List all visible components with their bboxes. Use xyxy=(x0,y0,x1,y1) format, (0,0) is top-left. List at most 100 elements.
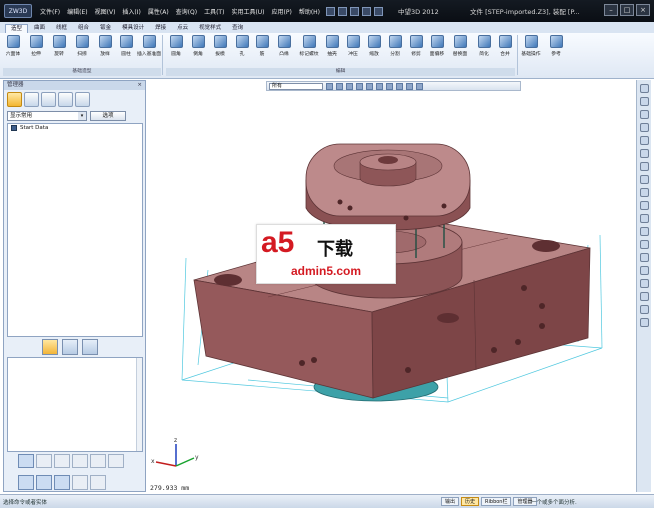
stop-red-icon[interactable] xyxy=(639,110,649,119)
camera-icon[interactable] xyxy=(639,201,649,210)
sketch-icon[interactable] xyxy=(639,97,649,106)
tab-modeling[interactable]: 造型 xyxy=(5,24,29,33)
view-icon[interactable] xyxy=(639,227,649,236)
history-tab-icon[interactable] xyxy=(7,92,22,107)
cube-icon[interactable] xyxy=(639,162,649,171)
split-button[interactable]: 分割 xyxy=(385,35,405,65)
line-style-icon[interactable] xyxy=(416,82,423,90)
menu-help[interactable]: 帮助(H) xyxy=(299,7,320,16)
tab-visual-style[interactable]: 视觉样式 xyxy=(194,24,226,33)
tab-output[interactable]: 输出 xyxy=(441,497,460,506)
edit-icon[interactable] xyxy=(36,475,52,490)
loft-button[interactable]: 放样 xyxy=(95,35,115,65)
rotate-icon[interactable] xyxy=(366,82,373,90)
render-icon[interactable] xyxy=(639,240,649,249)
measure-icon[interactable] xyxy=(639,149,649,158)
section-icon[interactable] xyxy=(396,82,403,90)
revolve-button[interactable]: 旋转 xyxy=(49,35,69,65)
tab-history[interactable]: 历史 xyxy=(461,497,480,506)
filter-icon[interactable] xyxy=(326,82,333,90)
expand-view-icon[interactable] xyxy=(62,339,78,355)
shade-icon[interactable] xyxy=(376,82,383,90)
open-file-icon[interactable] xyxy=(338,6,348,16)
tab-ribbon[interactable]: Ribbon栏 xyxy=(481,497,512,506)
attributes-tab-icon[interactable] xyxy=(75,92,90,107)
zebra-icon[interactable] xyxy=(639,305,649,314)
rewind-icon[interactable] xyxy=(90,454,106,468)
fast-forward-icon[interactable] xyxy=(72,454,88,468)
circle-icon[interactable] xyxy=(639,123,649,132)
panel-close-icon[interactable]: × xyxy=(137,81,142,90)
zoom-icon[interactable] xyxy=(346,82,353,90)
options-button[interactable]: 选项 xyxy=(90,111,126,121)
sweep-button[interactable]: 扫掠 xyxy=(72,35,92,65)
chamfer-button[interactable]: 倒角 xyxy=(188,35,208,65)
menu-query[interactable]: 查询(Q) xyxy=(176,7,197,16)
delete-icon[interactable] xyxy=(72,475,88,490)
view-tab-icon[interactable] xyxy=(58,92,73,107)
menu-attribute[interactable]: 属性(A) xyxy=(148,7,169,16)
trim-button[interactable]: 修剪 xyxy=(406,35,426,65)
3d-viewport[interactable]: z y x 所有 279.933 mm a5 下载 admin5.com xyxy=(148,80,634,492)
color-icon[interactable] xyxy=(406,82,413,90)
play-icon[interactable] xyxy=(18,454,34,468)
curvature-icon[interactable] xyxy=(639,292,649,301)
tab-surface[interactable]: 曲面 xyxy=(29,24,50,33)
copy-icon[interactable] xyxy=(54,475,70,490)
fillet-button[interactable]: 圆角 xyxy=(166,35,186,65)
display-dropdown[interactable]: 显示常用 ▾ xyxy=(7,111,87,121)
close-icon[interactable]: × xyxy=(636,4,650,16)
tab-sheetmetal[interactable]: 钣金 xyxy=(95,24,116,33)
draft-button[interactable]: 拔模 xyxy=(210,35,230,65)
menu-tools[interactable]: 工具(T) xyxy=(204,7,224,16)
layers-tab-icon[interactable] xyxy=(41,92,56,107)
end-icon[interactable] xyxy=(108,454,124,468)
settings-icon[interactable] xyxy=(639,318,649,327)
grid-icon[interactable] xyxy=(639,214,649,223)
basic-ops-button[interactable]: 基础操作 xyxy=(520,35,542,65)
menu-edit[interactable]: 编辑(E) xyxy=(67,7,87,16)
tab-mold[interactable]: 模具设计 xyxy=(117,24,149,33)
light-icon[interactable] xyxy=(639,253,649,262)
cylinder-button[interactable]: 圆柱 xyxy=(116,35,136,65)
stop-icon[interactable] xyxy=(90,475,106,490)
stamp-button[interactable]: 冲压 xyxy=(343,35,363,65)
merge-button[interactable]: 合并 xyxy=(495,35,515,65)
menu-apps[interactable]: 应用(P) xyxy=(272,7,292,16)
layers-icon[interactable] xyxy=(639,188,649,197)
replace-face-button[interactable]: 替换面 xyxy=(449,35,471,65)
redo-icon[interactable] xyxy=(374,6,384,16)
rib-button[interactable]: 筋 xyxy=(252,35,272,65)
tab-pointcloud[interactable]: 点云 xyxy=(172,24,193,33)
app-logo[interactable]: ZW3D xyxy=(4,4,32,18)
shell-button[interactable]: 抽壳 xyxy=(322,35,342,65)
scrollbar[interactable] xyxy=(136,358,142,451)
simplify-button[interactable]: 简化 xyxy=(474,35,494,65)
copy-icon[interactable] xyxy=(639,175,649,184)
tree-item-start-data[interactable]: Start Data xyxy=(8,124,142,132)
menu-view[interactable]: 视图(V) xyxy=(95,7,116,16)
new-file-icon[interactable] xyxy=(326,6,336,16)
hole-button[interactable]: 孔 xyxy=(232,35,252,65)
tab-combine[interactable]: 组合 xyxy=(73,24,94,33)
thread-button[interactable]: 标记螺纹 xyxy=(298,35,320,65)
flange-button[interactable]: 凸缘 xyxy=(274,35,294,65)
analysis-icon[interactable] xyxy=(639,279,649,288)
extrude-button[interactable]: 拉伸 xyxy=(26,35,46,65)
step-back-icon[interactable] xyxy=(36,454,52,468)
scale-button[interactable]: 缩放 xyxy=(364,35,384,65)
menu-insert[interactable]: 插入(I) xyxy=(122,7,140,16)
tab-query[interactable]: 查询 xyxy=(227,24,248,33)
datum-plane-button[interactable]: 插入基准面 xyxy=(137,35,161,65)
face-offset-button[interactable]: 面偏移 xyxy=(427,35,447,65)
tree-view-icon[interactable] xyxy=(42,339,58,355)
view-orient-icon[interactable] xyxy=(336,82,343,90)
save-icon[interactable] xyxy=(350,6,360,16)
pan-icon[interactable] xyxy=(356,82,363,90)
pick-filter[interactable]: 所有 xyxy=(269,82,323,90)
reference-button[interactable]: 参考 xyxy=(546,35,566,65)
menu-file[interactable]: 文件(F) xyxy=(40,7,60,16)
tab-weld[interactable]: 焊接 xyxy=(150,24,171,33)
assembly-tab-icon[interactable] xyxy=(24,92,39,107)
tab-wireframe[interactable]: 线框 xyxy=(51,24,72,33)
